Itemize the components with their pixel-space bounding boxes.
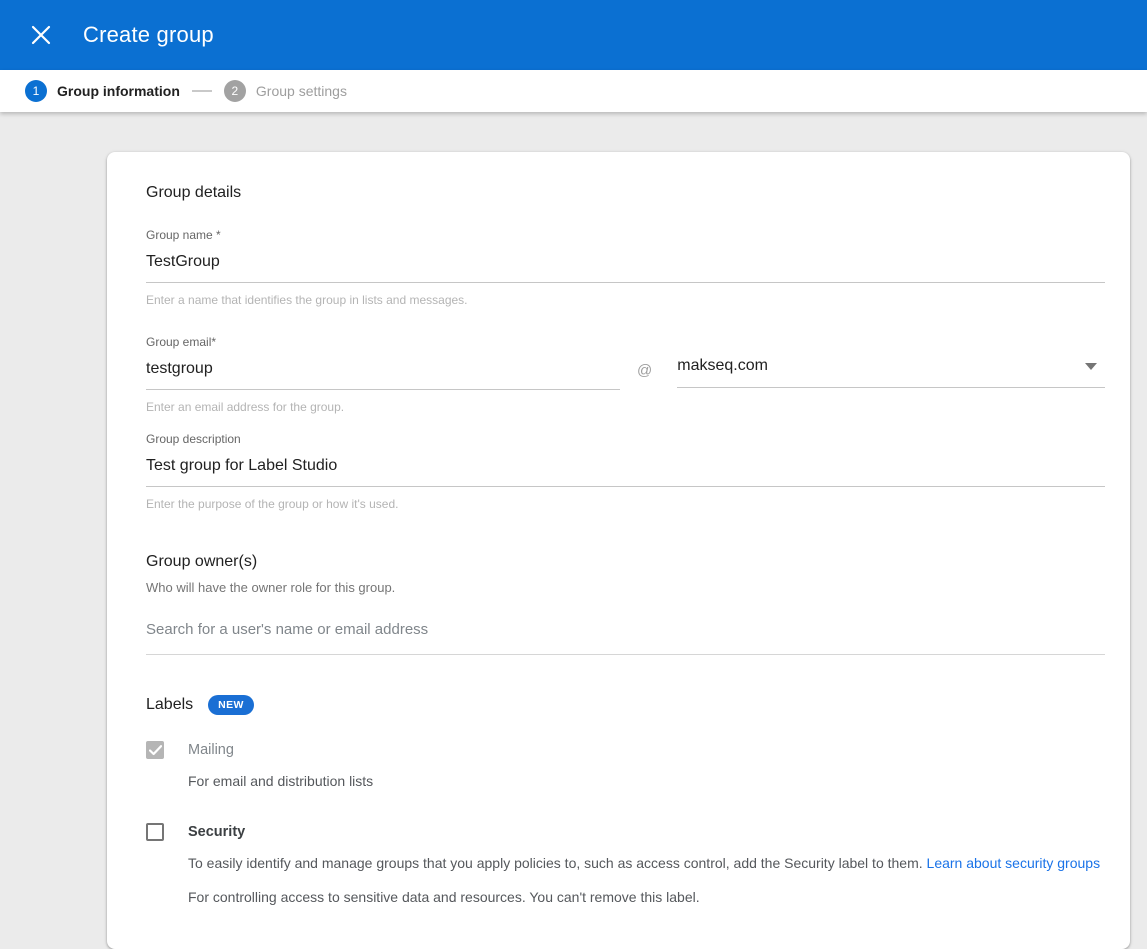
group-name-helper: Enter a name that identifies the group i… — [146, 293, 1105, 307]
security-label-description: To easily identify and manage groups tha… — [188, 853, 1105, 873]
mailing-checkbox — [146, 741, 164, 759]
learn-about-security-groups-link[interactable]: Learn about security groups — [927, 855, 1101, 871]
close-icon[interactable] — [21, 15, 61, 55]
labels-title: Labels — [146, 696, 193, 714]
domain-select[interactable]: makseq.com — [677, 357, 1105, 388]
header-bar: Create group — [0, 0, 1147, 70]
group-details-title: Group details — [146, 184, 1105, 202]
create-group-page: Create group 1 Group information 2 Group… — [0, 0, 1147, 864]
group-description-helper: Enter the purpose of the group or how it… — [146, 497, 1105, 511]
mailing-label-name: Mailing — [188, 739, 1105, 758]
security-label-name: Security — [188, 821, 1105, 840]
security-checkbox[interactable] — [146, 823, 164, 841]
step-2-circle: 2 — [224, 80, 246, 102]
checkmark-icon — [149, 745, 162, 756]
at-sign: @ — [637, 362, 652, 379]
page-title: Create group — [83, 22, 214, 48]
group-email-input[interactable] — [146, 360, 620, 390]
security-label-note: For controlling access to sensitive data… — [188, 887, 1105, 907]
security-label-row: Security To easily identify and manage g… — [146, 821, 1105, 907]
domain-value: makseq.com — [677, 357, 768, 375]
step-1-circle: 1 — [25, 80, 47, 102]
step-1-label: Group information — [57, 83, 180, 99]
group-description-field: Group description Enter the purpose of t… — [146, 432, 1105, 511]
group-name-label: Group name * — [146, 228, 1105, 242]
stepper: 1 Group information 2 Group settings — [0, 70, 1147, 112]
owner-search-input[interactable] — [146, 621, 1105, 655]
step-separator — [192, 90, 212, 92]
labels-header: Labels NEW — [146, 695, 1105, 715]
group-name-input[interactable] — [146, 253, 1105, 283]
step-2-label: Group settings — [256, 83, 347, 99]
step-group-settings[interactable]: 2 Group settings — [224, 80, 347, 102]
content-area: Group details Group name * Enter a name … — [0, 112, 1147, 949]
group-email-helper: Enter an email address for the group. — [146, 400, 620, 414]
labels-section: Labels NEW Mailing For email and distrib… — [146, 695, 1105, 907]
group-owners-section: Group owner(s) Who will have the owner r… — [146, 553, 1105, 655]
group-name-field: Group name * Enter a name that identifie… — [146, 228, 1105, 307]
group-description-input[interactable] — [146, 457, 1105, 487]
group-owners-title: Group owner(s) — [146, 553, 1105, 571]
group-details-card: Group details Group name * Enter a name … — [107, 152, 1130, 949]
mailing-label-row: Mailing For email and distribution lists — [146, 739, 1105, 791]
new-badge: NEW — [208, 695, 254, 715]
group-email-field: Group email* Enter an email address for … — [146, 335, 620, 414]
step-group-information[interactable]: 1 Group information — [25, 80, 180, 102]
mailing-label-description: For email and distribution lists — [188, 771, 1105, 791]
group-owners-helper: Who will have the owner role for this gr… — [146, 580, 1105, 595]
chevron-down-icon — [1085, 363, 1097, 370]
group-email-row: Group email* Enter an email address for … — [146, 335, 1105, 414]
group-description-label: Group description — [146, 432, 1105, 446]
group-email-label: Group email* — [146, 335, 620, 349]
